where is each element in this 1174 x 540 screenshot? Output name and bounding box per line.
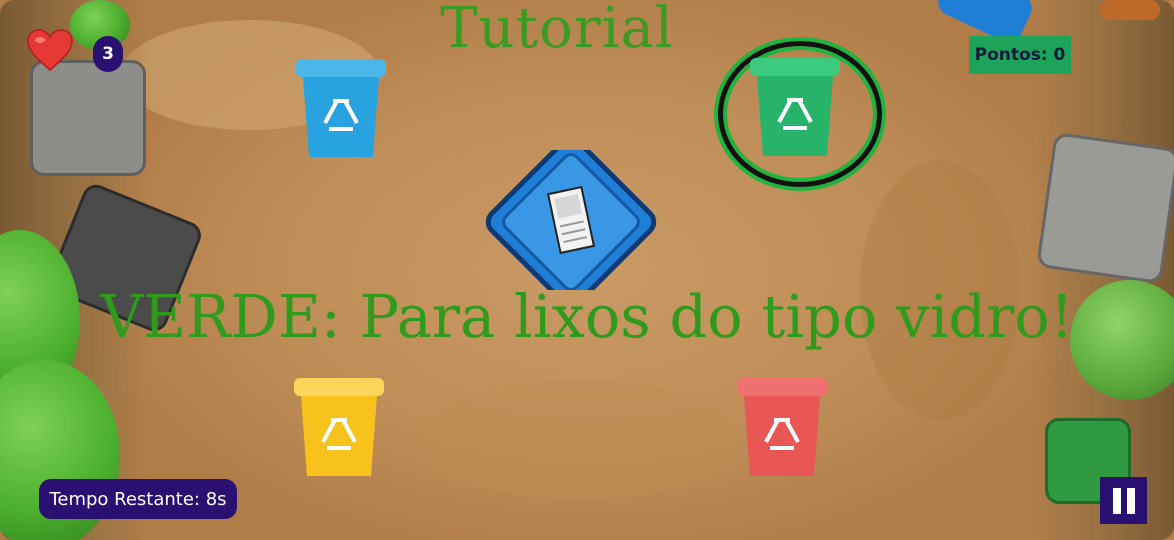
pause-icon bbox=[1126, 487, 1135, 514]
pause-button[interactable] bbox=[1100, 477, 1147, 524]
blue-bin[interactable] bbox=[296, 59, 386, 159]
page-title: Tutorial bbox=[440, 0, 674, 61]
yellow-bin[interactable] bbox=[294, 378, 384, 478]
current-trash-item[interactable] bbox=[481, 150, 661, 290]
score-display: Pontos: 0 bbox=[969, 36, 1071, 74]
grey-bin-decoration bbox=[30, 60, 146, 176]
red-bin[interactable] bbox=[737, 378, 827, 478]
green-bin[interactable] bbox=[750, 58, 840, 158]
grey-bin-decoration bbox=[1036, 131, 1174, 285]
game-board: 3 Tutorial Pontos: 0 VERDE: Para lixos d… bbox=[0, 0, 1174, 540]
time-remaining-badge: Tempo Restante: 8s bbox=[39, 479, 237, 519]
dirt-patch bbox=[420, 380, 740, 500]
tutorial-hint-text: VERDE: Para lixos do tipo vidro! bbox=[100, 282, 1074, 351]
pause-icon bbox=[1112, 487, 1121, 514]
